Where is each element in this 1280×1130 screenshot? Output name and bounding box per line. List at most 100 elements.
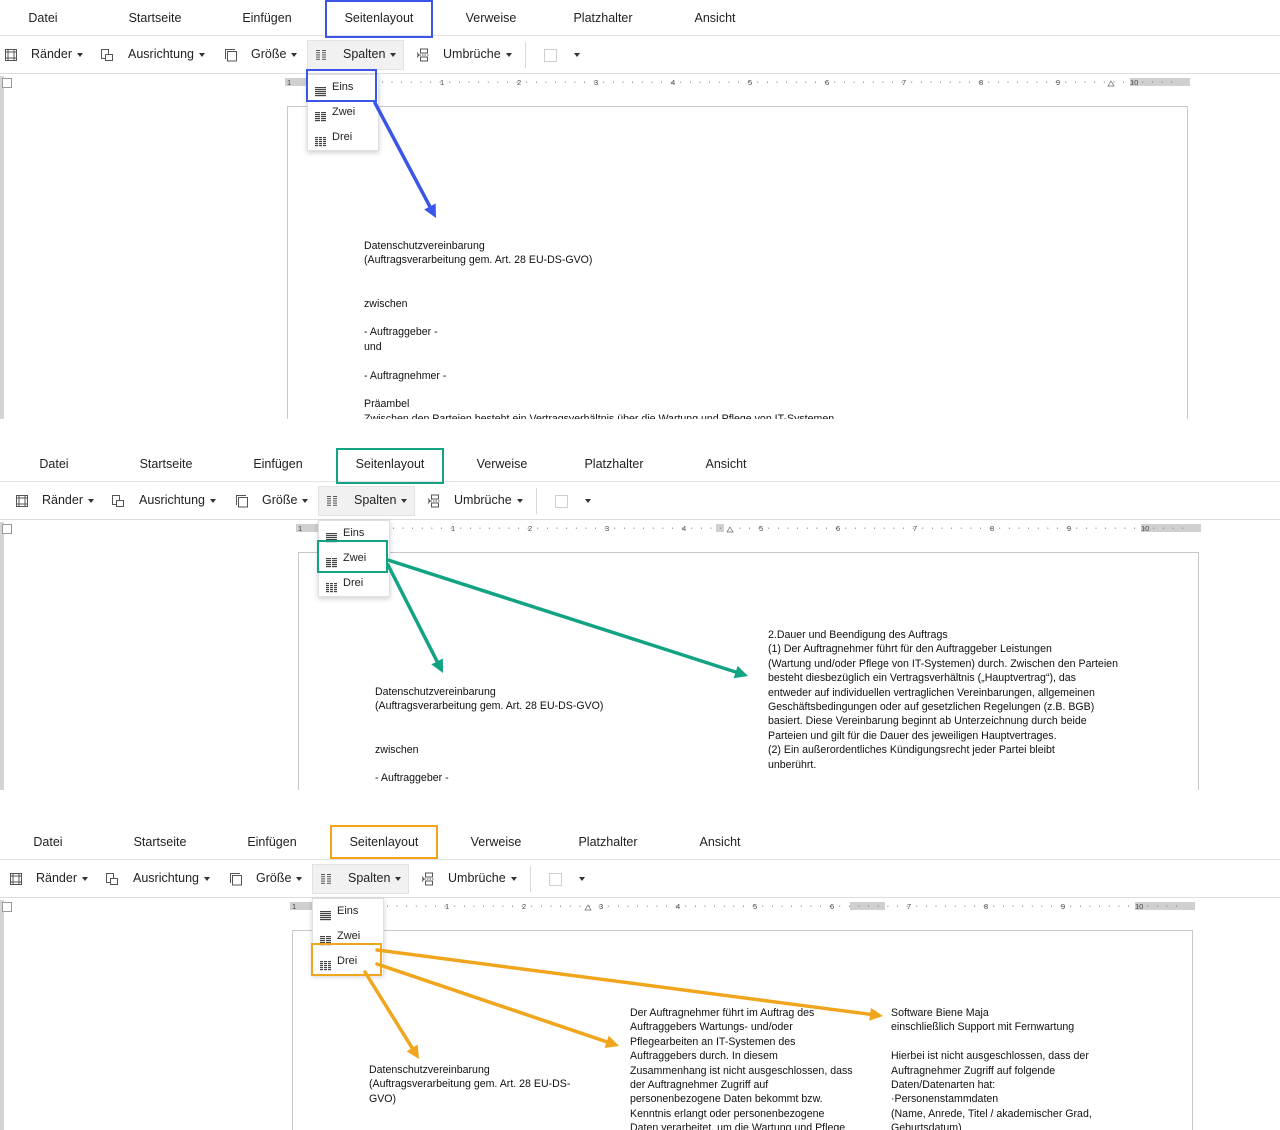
umbrueche-button[interactable]: Umbrüche (454, 482, 523, 520)
text-line: GVO) (369, 1092, 397, 1105)
chevron-down-icon (199, 52, 206, 57)
ruler-tick-label: 10 (1141, 524, 1149, 533)
dropdown-option-highlight (317, 540, 388, 573)
column-1-text[interactable]: Datenschutzvereinbarung (Auftragsverarbei… (375, 685, 705, 786)
umbrueche-button[interactable]: Umbrüche (448, 860, 517, 898)
tab-verweise[interactable]: Verweise (446, 824, 546, 860)
text-line (375, 757, 705, 771)
tab-datei[interactable]: Datei (0, 824, 98, 860)
menu-item-label: Drei (332, 131, 353, 143)
tab-ansicht[interactable]: Ansicht (676, 446, 776, 482)
toolbar-separator (525, 42, 526, 68)
tab-startseite[interactable]: Startseite (105, 0, 205, 36)
text-line: Daten/Datenarten hat: (891, 1078, 996, 1091)
text-line: Auftragnehmer Zugriff auf folgende (891, 1064, 1056, 1077)
ausrichtung-button[interactable]: Ausrichtung (128, 36, 206, 74)
column-2-text[interactable]: Der Auftragnehmer führt im Auftrag des Au… (630, 1006, 860, 1130)
spalten-button[interactable]: Spalten (348, 860, 402, 898)
tab-platzhalter[interactable]: Platzhalter (553, 0, 653, 36)
text-line: zwischen (375, 743, 419, 756)
margins-icon (15, 494, 29, 508)
ruler-tick-label: 10 (1135, 902, 1143, 911)
ausrichtung-button[interactable]: Ausrichtung (139, 482, 217, 520)
tab-verweise[interactable]: Verweise (452, 446, 552, 482)
text-line: der Auftragnehmer Zugriff auf (630, 1078, 769, 1091)
orientation-icon (111, 494, 125, 508)
tab-ansicht[interactable]: Ansicht (665, 0, 765, 36)
tab-einfuegen[interactable]: Einfügen (228, 446, 328, 482)
tab-stop-selector[interactable] (2, 524, 12, 534)
columns-option-drei[interactable]: Drei (319, 571, 389, 596)
columns-1-icon (320, 906, 331, 921)
border-dropdown[interactable] (574, 860, 585, 898)
tab-startseite[interactable]: Startseite (110, 824, 210, 860)
border-dropdown[interactable] (569, 36, 580, 74)
text-line: Zwischen den Parteien besteht ein Vertra… (364, 412, 835, 419)
menu-item-label: Eins (337, 905, 359, 917)
groesse-label: Größe (251, 47, 287, 61)
columns-option-zwei[interactable]: Zwei (308, 100, 378, 125)
margins-icon (9, 872, 23, 886)
raender-button[interactable]: Ränder (36, 860, 88, 898)
ruler-tick-label: 4 (676, 902, 680, 911)
margins-icon (4, 48, 18, 62)
text-line: und (364, 340, 382, 353)
text-line: Hierbei ist nicht ausgeschlossen, dass d… (891, 1050, 1089, 1063)
chevron-down-icon (302, 498, 309, 503)
border-box-icon[interactable] (544, 49, 557, 62)
text-line: Datenschutzvereinbarung (369, 1064, 490, 1076)
columns-option-eins[interactable]: Eins (313, 899, 383, 924)
ruler-tick-label: 5 (759, 524, 763, 533)
horizontal-ruler: 1 1 2 3 4 5 6 7 8 9 10 (296, 523, 1201, 533)
ribbon-toolbar: Ränder Ausrichtung Größe Spalten Umbrüche (0, 36, 1280, 74)
document-body-text[interactable]: Datenschutzvereinbarung (Auftragsverarbei… (364, 239, 924, 419)
groesse-button[interactable]: Größe (256, 860, 303, 898)
raender-button[interactable]: Ränder (42, 482, 94, 520)
tab-einfuegen[interactable]: Einfügen (222, 824, 322, 860)
ruler-tick-label: 3 (599, 902, 603, 911)
tab-datei[interactable]: Datei (4, 446, 104, 482)
ausrichtung-label: Ausrichtung (133, 871, 200, 885)
ausrichtung-button[interactable]: Ausrichtung (133, 860, 211, 898)
chevron-down-icon (579, 876, 585, 881)
border-box-icon[interactable] (549, 873, 562, 886)
spalten-button[interactable]: Spalten (354, 482, 408, 520)
text-line (364, 383, 924, 397)
columns-option-drei[interactable]: Drei (308, 125, 378, 150)
groesse-button[interactable]: Größe (262, 482, 309, 520)
ruler-tick-label: 9 (1061, 902, 1065, 911)
raender-button[interactable]: Ränder (31, 36, 83, 74)
tab-stop-selector[interactable] (2, 902, 12, 912)
left-gutter (0, 76, 4, 419)
breaks-icon (421, 872, 435, 886)
tab-datei[interactable]: Datei (0, 0, 93, 36)
tab-platzhalter[interactable]: Platzhalter (558, 824, 658, 860)
text-line: (Auftragsverarbeitung gem. Art. 28 EU-DS… (364, 254, 593, 267)
ruler-tick-label: 8 (990, 524, 994, 533)
groesse-button[interactable]: Größe (251, 36, 298, 74)
border-dropdown[interactable] (580, 482, 591, 520)
text-line: (Name, Anrede, Titel / akademischer Grad… (891, 1107, 1092, 1120)
size-icon (224, 48, 238, 62)
text-line: Auftraggebers durch. In diesem (630, 1050, 778, 1063)
chevron-down-icon (505, 52, 512, 57)
tab-platzhalter[interactable]: Platzhalter (564, 446, 664, 482)
column-2-text[interactable]: 2.Dauer und Beendigung des Auftrags (1) D… (768, 628, 1148, 772)
text-line: (Auftragsverarbeitung gem. Art. 28 EU-DS… (369, 1078, 571, 1091)
column-1-text[interactable]: Datenschutzvereinbarung (Auftragsverarbei… (369, 1063, 584, 1106)
umbrueche-button[interactable]: Umbrüche (443, 36, 512, 74)
tab-startseite[interactable]: Startseite (116, 446, 216, 482)
tab-einfuegen[interactable]: Einfügen (217, 0, 317, 36)
border-box-icon[interactable] (555, 495, 568, 508)
columns-3-icon (315, 132, 326, 147)
tab-ansicht[interactable]: Ansicht (670, 824, 770, 860)
columns-icon (314, 48, 328, 62)
ruler-tick-label: 2 (522, 902, 526, 911)
column-3-text[interactable]: Software Biene Maja einschließlich Suppor… (891, 1006, 1121, 1130)
ruler-tick-label: 2 (528, 524, 532, 533)
tab-verweise[interactable]: Verweise (441, 0, 541, 36)
toolbar-separator (530, 866, 531, 892)
tab-stop-selector[interactable] (2, 78, 12, 88)
ruler-tick-label: 7 (907, 902, 911, 911)
chevron-down-icon (516, 498, 523, 503)
